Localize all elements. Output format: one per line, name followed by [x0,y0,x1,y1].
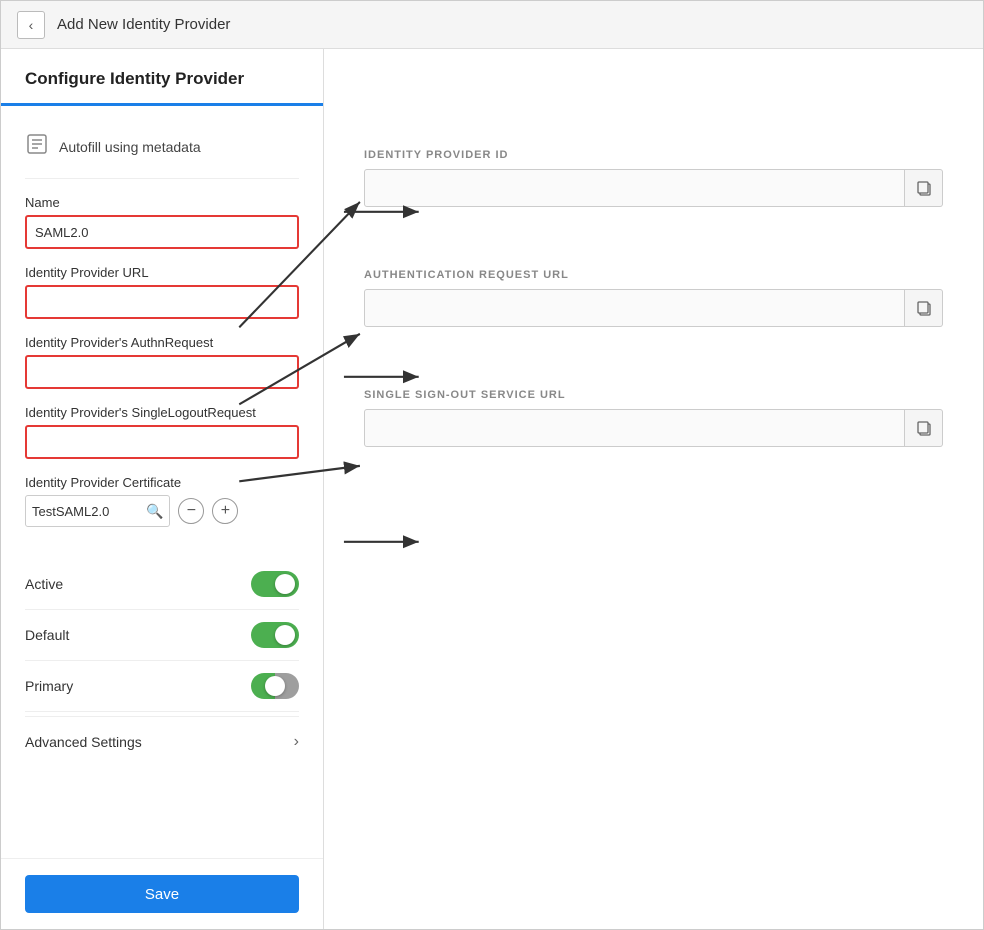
default-label: Default [25,627,69,643]
advanced-settings-label: Advanced Settings [25,734,142,750]
name-label: Name [25,195,299,210]
single-logout-input[interactable] [25,425,299,459]
left-panel-body: Autofill using metadata Name Identity Pr… [1,106,323,858]
left-panel: Configure Identity Provider Autofill usi… [1,49,324,929]
right-panel: IDENTITY PROVIDER ID AUTHENTICATION REQU… [324,49,983,929]
single-logout-label: Identity Provider's SingleLogoutRequest [25,405,299,420]
copy-icon [916,180,932,196]
save-button-wrap: Save [1,858,323,929]
autofill-label: Autofill using metadata [59,139,201,155]
authn-request-input[interactable] [25,355,299,389]
primary-toggle-row: Primary [25,661,299,712]
certificate-remove-button[interactable]: − [178,498,204,524]
primary-toggle[interactable] [251,673,299,699]
signout-url-input-row [364,409,943,447]
signout-url-input[interactable] [364,409,905,447]
certificate-field-group: Identity Provider Certificate 🔍 − + [25,475,299,543]
idp-url-label: Identity Provider URL [25,265,299,280]
active-toggle-row: Active [25,559,299,610]
default-toggle-row: Default [25,610,299,661]
top-bar-title: Add New Identity Provider [57,16,230,33]
certificate-input[interactable] [32,504,142,519]
idp-id-title: IDENTITY PROVIDER ID [364,149,943,161]
certificate-row: 🔍 − + [25,495,299,527]
copy-icon-2 [916,300,932,316]
certificate-label: Identity Provider Certificate [25,475,299,490]
save-button[interactable]: Save [25,875,299,913]
primary-label: Primary [25,678,73,694]
auth-url-input-row [364,289,943,327]
authn-request-field-group: Identity Provider's AuthnRequest [25,335,299,389]
active-toggle[interactable] [251,571,299,597]
autofill-row[interactable]: Autofill using metadata [25,122,299,179]
top-bar: ‹ Add New Identity Provider [1,1,983,49]
signout-url-section: SINGLE SIGN-OUT SERVICE URL [364,389,943,447]
primary-toggle-knob [265,676,285,696]
chevron-right-icon: › [294,733,299,751]
idp-id-section: IDENTITY PROVIDER ID [364,149,943,207]
auth-url-input[interactable] [364,289,905,327]
single-logout-field-group: Identity Provider's SingleLogoutRequest [25,405,299,459]
left-panel-header: Configure Identity Provider [1,49,323,106]
auth-url-title: AUTHENTICATION REQUEST URL [364,269,943,281]
certificate-search-button[interactable]: 🔍 [146,503,163,520]
active-toggle-knob [275,574,295,594]
name-field-group: Name [25,195,299,249]
idp-url-field-group: Identity Provider URL [25,265,299,319]
default-toggle-knob [275,625,295,645]
name-input[interactable] [25,215,299,249]
app-container: ‹ Add New Identity Provider Configure Id… [0,0,984,930]
copy-icon-3 [916,420,932,436]
cert-input-wrap: 🔍 [25,495,170,527]
advanced-settings-row[interactable]: Advanced Settings › [25,716,299,767]
spacer [25,767,299,842]
idp-id-input[interactable] [364,169,905,207]
idp-url-input[interactable] [25,285,299,319]
default-toggle[interactable] [251,622,299,648]
idp-id-copy-button[interactable] [905,169,943,207]
active-label: Active [25,576,63,592]
certificate-add-button[interactable]: + [212,498,238,524]
back-icon: ‹ [29,17,34,33]
auth-url-section: AUTHENTICATION REQUEST URL [364,269,943,327]
configure-heading: Configure Identity Provider [25,69,299,89]
authn-request-label: Identity Provider's AuthnRequest [25,335,299,350]
signout-url-title: SINGLE SIGN-OUT SERVICE URL [364,389,943,401]
autofill-icon [25,132,49,162]
signout-url-copy-button[interactable] [905,409,943,447]
back-button[interactable]: ‹ [17,11,45,39]
auth-url-copy-button[interactable] [905,289,943,327]
idp-id-input-row [364,169,943,207]
main-content: Configure Identity Provider Autofill usi… [1,49,983,929]
